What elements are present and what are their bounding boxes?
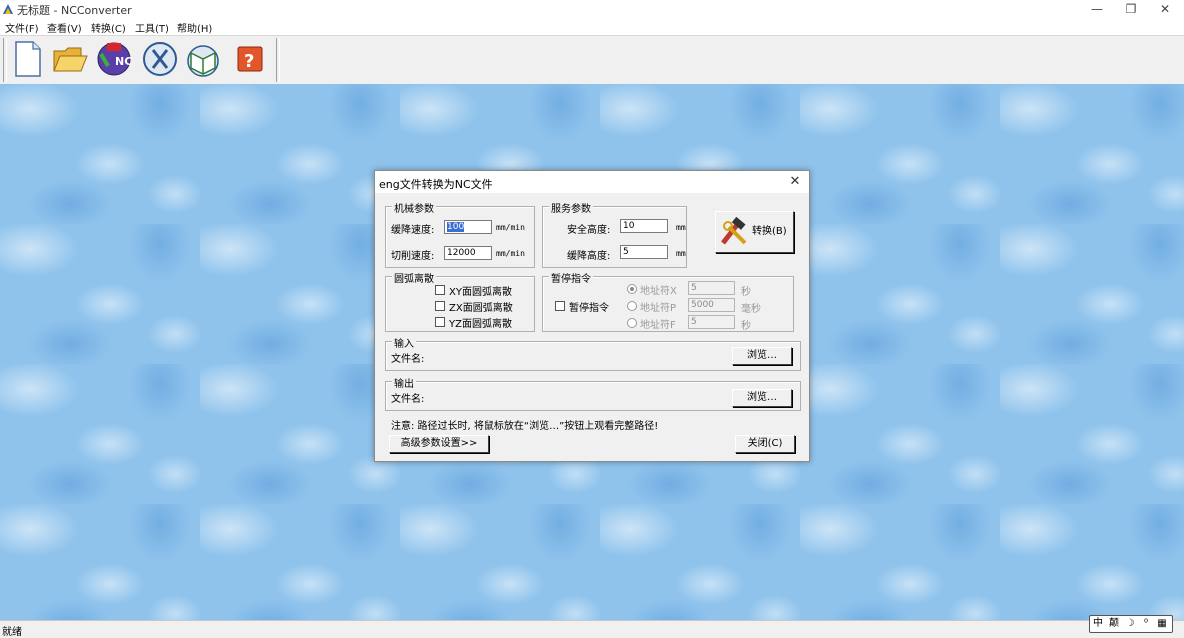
yz-arc-label: YZ面圆弧离散 bbox=[449, 319, 512, 330]
mech-params-group: 机械参数 缓降速度: 100 mm/min 切削速度: 12000 mm/min bbox=[385, 200, 535, 268]
address-p-radio[interactable] bbox=[627, 301, 637, 311]
input-filename-label: 文件名: bbox=[391, 354, 425, 365]
address-x-unit: 秒 bbox=[741, 287, 751, 298]
down-speed-unit: mm/min bbox=[496, 223, 525, 232]
menu-convert[interactable]: 转换(C) bbox=[91, 20, 126, 35]
service-params-title: 服务参数 bbox=[549, 200, 593, 215]
ime-punct-icon[interactable]: ⁰ bbox=[1139, 616, 1153, 632]
title-bar: 无标题 - NCConverter — ❐ ✕ bbox=[0, 0, 1184, 18]
toolbar-separator bbox=[276, 38, 280, 82]
arc-group-title: 圆弧离散 bbox=[392, 270, 436, 285]
new-document-icon[interactable] bbox=[8, 39, 46, 79]
help-icon[interactable]: ? bbox=[231, 39, 269, 79]
dialog-title-bar: eng文件转换为NC文件 ✕ bbox=[375, 171, 809, 193]
cut-speed-input[interactable]: 12000 bbox=[444, 246, 492, 260]
status-bar: 就绪 bbox=[0, 620, 1184, 638]
address-f-input[interactable]: 5 bbox=[688, 315, 735, 329]
dialog-close-icon[interactable]: ✕ bbox=[785, 173, 805, 191]
input-group: 输入 文件名: 浏览… bbox=[385, 335, 801, 371]
down-speed-label: 缓降速度: bbox=[391, 225, 435, 236]
cut-speed-label: 切削速度: bbox=[391, 251, 435, 262]
down-height-unit: mm bbox=[676, 249, 686, 258]
address-x-label: 地址符X bbox=[640, 286, 677, 297]
arc-group: 圆弧离散 XY面圆弧离散 ZX面圆弧离散 YZ面圆弧离散 bbox=[385, 270, 535, 332]
convert-button-label: 转换(B) bbox=[752, 226, 787, 237]
xy-arc-label: XY面圆弧离散 bbox=[449, 287, 512, 298]
menu-view[interactable]: 查看(V) bbox=[47, 20, 82, 35]
ime-toolbar[interactable]: 中 颠 ☽ ⁰ ▦ bbox=[1089, 615, 1173, 633]
zx-arc-label: ZX面圆弧离散 bbox=[449, 303, 513, 314]
svg-text:?: ? bbox=[244, 51, 254, 72]
down-speed-input[interactable]: 100 bbox=[444, 220, 492, 234]
pause-checkbox[interactable] bbox=[555, 301, 565, 311]
ime-keyboard-icon[interactable]: ▦ bbox=[1155, 616, 1169, 632]
tool-x-icon[interactable] bbox=[140, 39, 178, 79]
menu-bar: 文件(F) 查看(V) 转换(C) 工具(T) 帮助(H) bbox=[0, 18, 1184, 35]
cut-speed-unit: mm/min bbox=[496, 249, 525, 258]
address-f-radio[interactable] bbox=[627, 318, 637, 328]
toolbar-separator bbox=[3, 38, 7, 82]
menu-file[interactable]: 文件(F) bbox=[5, 20, 39, 35]
ime-moon-icon[interactable]: ☽ bbox=[1123, 616, 1137, 632]
restore-button[interactable]: ❐ bbox=[1114, 0, 1148, 18]
mech-params-title: 机械参数 bbox=[392, 200, 436, 215]
address-f-label: 地址符F bbox=[640, 320, 676, 331]
output-group: 输出 文件名: 浏览… bbox=[385, 375, 801, 411]
xy-arc-checkbox[interactable] bbox=[435, 285, 445, 295]
down-speed-value: 100 bbox=[447, 222, 465, 232]
output-browse-button[interactable]: 浏览… bbox=[732, 389, 792, 407]
yz-arc-checkbox[interactable] bbox=[435, 317, 445, 327]
pause-group-title: 暂停指令 bbox=[549, 270, 593, 285]
safe-height-unit: mm bbox=[676, 223, 686, 232]
safe-height-input[interactable]: 10 bbox=[620, 219, 668, 233]
dialog-close-button[interactable]: 关闭(C) bbox=[735, 435, 795, 453]
book-icon[interactable] bbox=[183, 39, 221, 79]
minimize-button[interactable]: — bbox=[1080, 0, 1114, 18]
zx-arc-checkbox[interactable] bbox=[435, 301, 445, 311]
pause-checkbox-label: 暂停指令 bbox=[569, 303, 609, 314]
pause-group: 暂停指令 暂停指令 地址符X 5 秒 地址符P 5000 毫秒 地址符F 5 秒 bbox=[542, 270, 794, 332]
ime-mode-icon[interactable]: 中 bbox=[1091, 616, 1105, 632]
address-p-label: 地址符P bbox=[640, 303, 677, 314]
address-f-unit: 秒 bbox=[741, 321, 751, 332]
convert-dialog: eng文件转换为NC文件 ✕ 机械参数 缓降速度: 100 mm/min 切削速… bbox=[374, 170, 810, 462]
service-params-group: 服务参数 安全高度: 10 mm 缓降高度: 5 mm bbox=[542, 200, 687, 268]
down-height-input[interactable]: 5 bbox=[620, 245, 668, 259]
convert-nc-icon[interactable]: NC bbox=[95, 39, 133, 79]
advanced-settings-button[interactable]: 高级参数设置>> bbox=[389, 435, 489, 453]
address-p-input[interactable]: 5000 bbox=[688, 298, 735, 312]
address-x-input[interactable]: 5 bbox=[688, 281, 735, 295]
path-note: 注意: 路径过长时, 将鼠标放在“浏览…”按钮上观看完整路径! bbox=[391, 421, 659, 432]
dialog-title: eng文件转换为NC文件 bbox=[379, 178, 493, 191]
app-icon bbox=[3, 4, 13, 14]
output-group-title: 输出 bbox=[392, 375, 416, 390]
output-filename-label: 文件名: bbox=[391, 394, 425, 405]
input-group-title: 输入 bbox=[392, 335, 416, 350]
open-folder-icon[interactable] bbox=[51, 39, 89, 79]
menu-help[interactable]: 帮助(H) bbox=[177, 20, 212, 35]
svg-text:NC: NC bbox=[115, 55, 132, 68]
close-window-button[interactable]: ✕ bbox=[1148, 0, 1182, 18]
address-p-unit: 毫秒 bbox=[741, 304, 761, 315]
window-title: 无标题 - NCConverter bbox=[17, 4, 132, 17]
safe-height-label: 安全高度: bbox=[567, 225, 611, 236]
menu-tools[interactable]: 工具(T) bbox=[135, 20, 169, 35]
convert-button[interactable]: 转换(B) bbox=[715, 211, 794, 253]
down-height-label: 缓降高度: bbox=[567, 251, 611, 262]
wrench-hammer-icon bbox=[721, 217, 747, 245]
address-x-radio[interactable] bbox=[627, 284, 637, 294]
input-browse-button[interactable]: 浏览… bbox=[732, 347, 792, 365]
ime-charset-icon[interactable]: 颠 bbox=[1107, 616, 1121, 632]
